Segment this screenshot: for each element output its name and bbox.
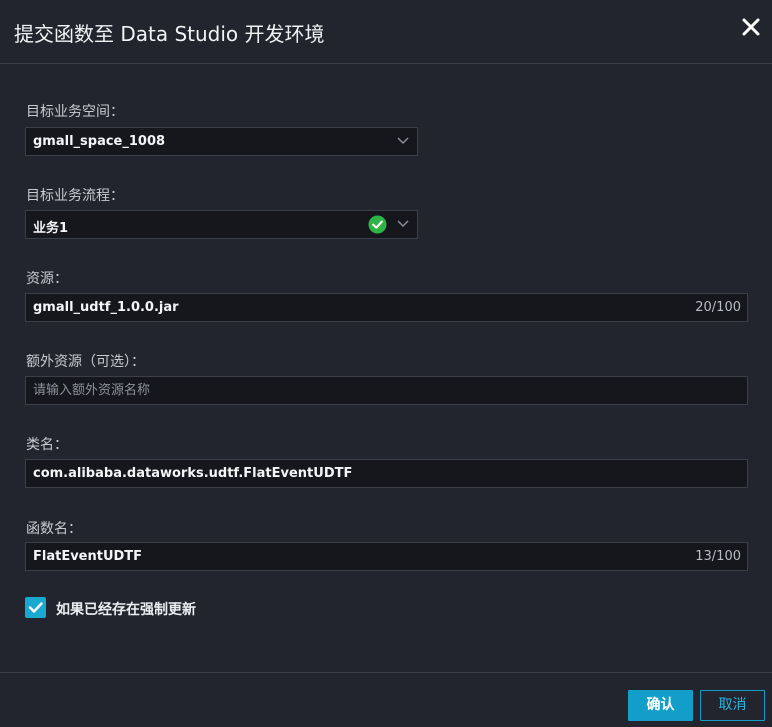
extra-resource-input[interactable] <box>26 377 747 404</box>
function-name-value: FlatEventUDTF <box>33 549 143 564</box>
function-name-char-counter: 13/100 <box>695 549 741 564</box>
resource-value: gmall_udtf_1.0.0.jar <box>33 300 179 315</box>
close-button[interactable] <box>738 14 764 40</box>
class-name-value: com.alibaba.dataworks.udtf.FlatEventUDTF <box>33 466 353 481</box>
workspace-select[interactable]: gmall_space_1008 <box>25 127 418 156</box>
function-name-label: 函数名： <box>26 521 82 537</box>
class-name-label: 类名： <box>26 437 68 453</box>
close-icon <box>742 18 760 36</box>
dialog-footer: 确认 取消 <box>0 672 772 727</box>
confirm-button[interactable]: 确认 <box>628 690 693 721</box>
chevron-down-icon <box>397 220 409 228</box>
force-update-checkbox[interactable] <box>25 597 46 618</box>
workspace-label: 目标业务空间： <box>26 104 124 120</box>
resource-char-counter: 20/100 <box>695 300 741 315</box>
submit-function-dialog: 提交函数至 Data Studio 开发环境 目标业务空间： gmall_spa… <box>0 0 772 727</box>
class-name-input[interactable]: com.alibaba.dataworks.udtf.FlatEventUDTF <box>25 459 748 488</box>
workflow-label: 目标业务流程： <box>26 188 124 204</box>
extra-resource-field[interactable] <box>25 376 748 405</box>
resource-input[interactable]: gmall_udtf_1.0.0.jar 20/100 <box>25 293 748 322</box>
check-circle-icon <box>368 215 387 234</box>
cancel-button[interactable]: 取消 <box>700 690 765 721</box>
dialog-header: 提交函数至 Data Studio 开发环境 <box>0 0 772 64</box>
checkmark-icon <box>28 602 43 613</box>
function-name-input[interactable]: FlatEventUDTF 13/100 <box>25 542 748 571</box>
dialog-title: 提交函数至 Data Studio 开发环境 <box>14 22 325 46</box>
workflow-select[interactable]: 业务1 <box>25 210 418 239</box>
extra-resource-label: 额外资源（可选）： <box>26 354 145 370</box>
force-update-label: 如果已经存在强制更新 <box>56 602 196 618</box>
resource-label: 资源： <box>26 271 68 287</box>
workspace-value: gmall_space_1008 <box>33 134 166 149</box>
workflow-value: 业务1 <box>33 221 69 236</box>
chevron-down-icon <box>397 137 409 145</box>
